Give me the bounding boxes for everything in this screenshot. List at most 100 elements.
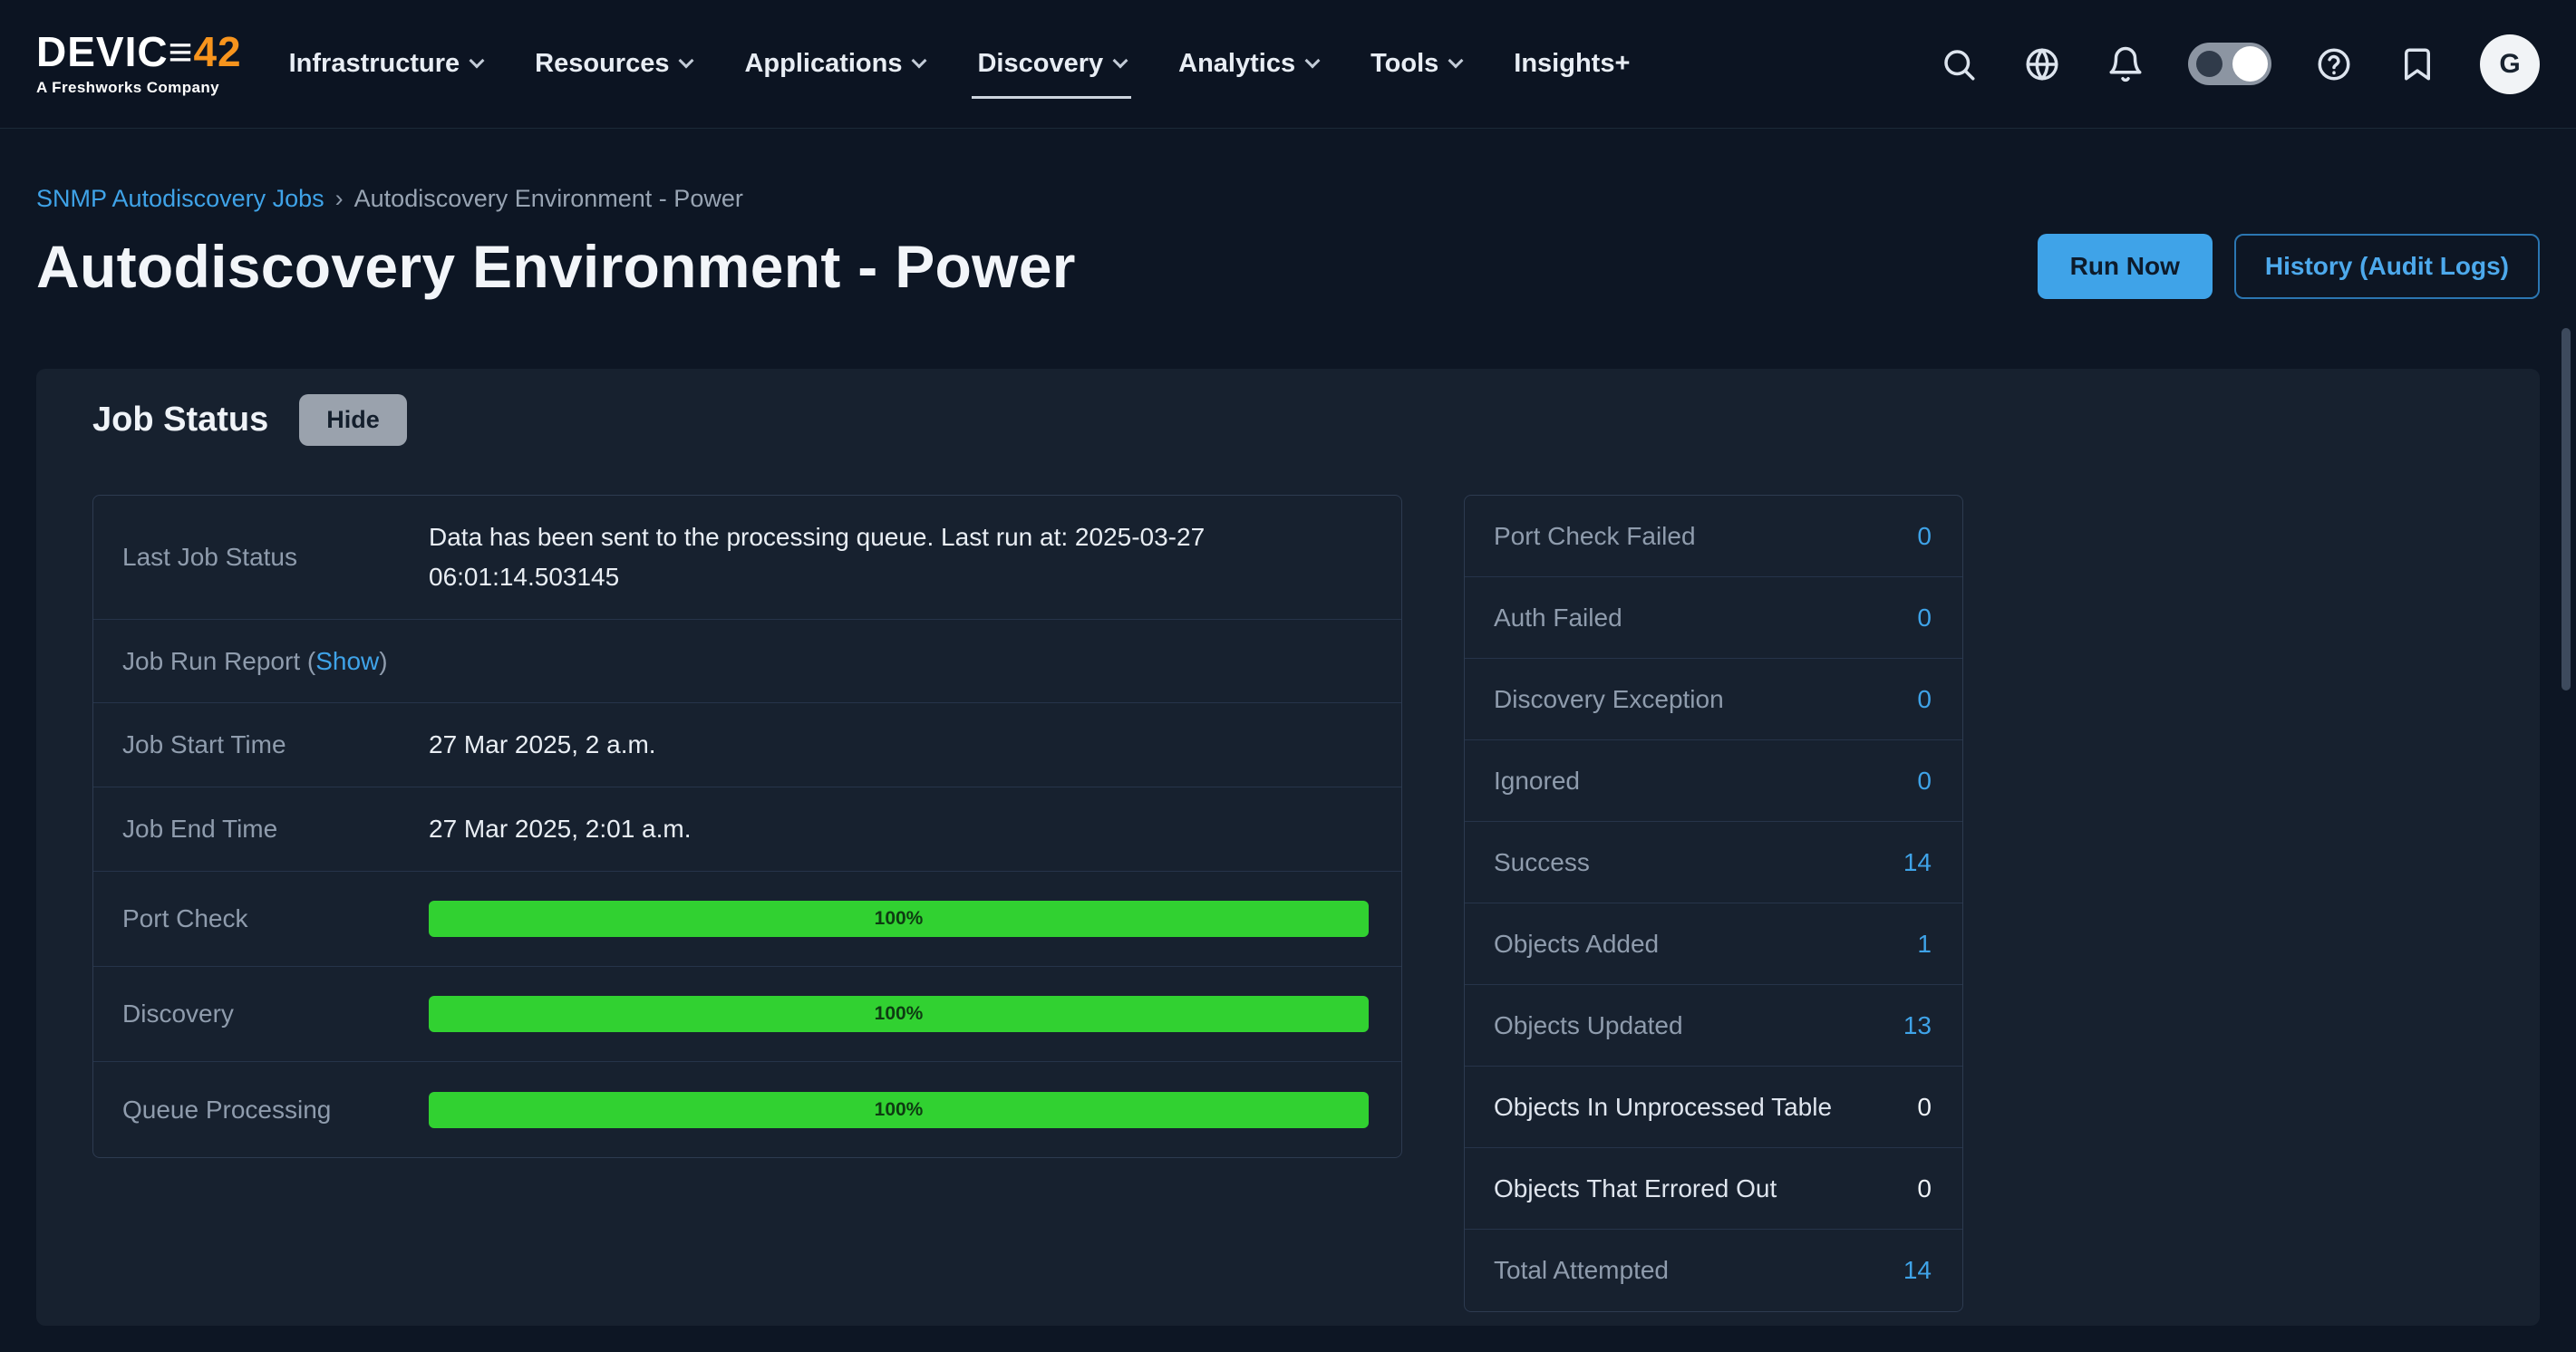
logo-stylized-e: ≡ <box>169 28 194 75</box>
nav-item-label: Insights+ <box>1514 49 1630 79</box>
page-scrollbar[interactable] <box>2561 328 2571 690</box>
nav-item-resources[interactable]: Resources <box>535 40 692 88</box>
stat-row-objects-added: Objects Added1 <box>1465 903 1962 985</box>
chevron-down-icon <box>912 53 927 68</box>
job-run-report-cell: Job Run Report (Show) <box>93 647 388 676</box>
nav-item-analytics[interactable]: Analytics <box>1178 40 1318 88</box>
detail-value: Data has been sent to the processing que… <box>429 517 1326 597</box>
nav-item-label: Resources <box>535 49 669 79</box>
help-icon[interactable] <box>2313 43 2355 85</box>
nav-item-applications[interactable]: Applications <box>744 40 925 88</box>
detail-label: Port Check <box>93 904 429 933</box>
stat-label: Auth Failed <box>1494 604 1622 633</box>
logo-subtitle: A Freshworks Company <box>36 79 242 97</box>
detail-label: Queue Processing <box>93 1096 429 1125</box>
page-actions: Run Now History (Audit Logs) <box>2038 234 2540 299</box>
stat-value: 0 <box>1917 1093 1932 1122</box>
notifications-bell-icon[interactable] <box>2105 43 2146 85</box>
chevron-down-icon <box>470 53 485 68</box>
job-details-table: Last Job StatusData has been sent to the… <box>92 495 1402 1158</box>
search-icon[interactable] <box>1938 43 1980 85</box>
history-audit-logs-button[interactable]: History (Audit Logs) <box>2234 234 2540 299</box>
stat-label: Objects Updated <box>1494 1011 1683 1040</box>
stat-value[interactable]: 13 <box>1903 1011 1932 1040</box>
breadcrumb-current: Autodiscovery Environment - Power <box>354 185 743 213</box>
main-nav: Infrastructure Resources Applications Di… <box>289 40 1631 88</box>
breadcrumb: SNMP Autodiscovery Jobs › Autodiscovery … <box>36 185 2540 213</box>
stat-value[interactable]: 0 <box>1917 604 1932 633</box>
stat-row-discovery-exception: Discovery Exception 0 <box>1465 659 1962 740</box>
detail-label: Job End Time <box>93 815 429 844</box>
nav-item-label: Tools <box>1370 49 1438 79</box>
stat-row-total-attempted: Total Attempted 14 <box>1465 1230 1962 1311</box>
stat-value[interactable]: 0 <box>1917 522 1932 551</box>
breadcrumb-link-snmp-autodiscovery-jobs[interactable]: SNMP Autodiscovery Jobs <box>36 185 324 213</box>
stat-value[interactable]: 0 <box>1917 685 1932 714</box>
nav-item-label: Discovery <box>977 49 1103 79</box>
header-actions: G <box>1938 34 2540 94</box>
page-header: Autodiscovery Environment - Power Run No… <box>36 233 2540 300</box>
nav-item-discovery[interactable]: Discovery <box>977 40 1126 88</box>
detail-row-job-end-time: Job End Time27 Mar 2025, 2:01 a.m. <box>93 787 1401 872</box>
bookmark-icon[interactable] <box>2397 43 2438 85</box>
stat-value[interactable]: 14 <box>1903 1256 1932 1285</box>
job-status-heading: Job Status <box>92 401 268 439</box>
stat-value: 0 <box>1917 1174 1932 1203</box>
detail-label: Discovery <box>93 1000 429 1028</box>
stat-label: Ignored <box>1494 767 1580 796</box>
nav-item-infrastructure[interactable]: Infrastructure <box>289 40 483 88</box>
hide-button[interactable]: Hide <box>299 394 407 446</box>
chevron-down-icon <box>1113 53 1128 68</box>
page-title: Autodiscovery Environment - Power <box>36 233 1076 300</box>
stat-row-success: Success 14 <box>1465 822 1962 903</box>
stat-label: Discovery Exception <box>1494 685 1724 714</box>
run-now-button[interactable]: Run Now <box>2038 234 2213 299</box>
job-status-body: Last Job StatusData has been sent to the… <box>92 495 2540 1312</box>
stat-label: Success <box>1494 848 1590 877</box>
stat-label: Port Check Failed <box>1494 522 1696 551</box>
toggle-knob <box>2232 46 2268 82</box>
stat-label: Objects That Errored Out <box>1494 1174 1777 1203</box>
moon-icon <box>2196 51 2223 77</box>
theme-toggle[interactable] <box>2188 43 2271 85</box>
stat-row-ignored: Ignored 0 <box>1465 740 1962 822</box>
nav-item-label: Analytics <box>1178 49 1295 79</box>
progress-bar: 100% <box>429 996 1369 1032</box>
device42-logo[interactable]: DEVIC≡42 A Freshworks Company <box>36 31 242 97</box>
job-run-report-show-link[interactable]: Show <box>315 647 379 675</box>
job-status-panel: Job Status Hide Last Job StatusData has … <box>36 369 2540 1326</box>
detail-row-job-start-time: Job Start Time27 Mar 2025, 2 a.m. <box>93 703 1401 787</box>
logo-text-devic: DEVIC <box>36 28 169 75</box>
stat-row-objects-in-unprocessed-table: Objects In Unprocessed Table 0 <box>1465 1067 1962 1148</box>
stat-value[interactable]: 14 <box>1903 848 1932 877</box>
logo-wordmark: DEVIC≡42 <box>36 31 242 72</box>
progress-track: 100% <box>429 1092 1401 1128</box>
stat-value[interactable]: 0 <box>1917 767 1932 796</box>
detail-row-last-job-status: Last Job StatusData has been sent to the… <box>93 496 1401 620</box>
detail-value: 27 Mar 2025, 2:01 a.m. <box>429 809 728 849</box>
stat-value[interactable]: 1 <box>1917 930 1932 959</box>
job-status-header: Job Status Hide <box>92 394 2540 446</box>
progress-bar: 100% <box>429 1092 1369 1128</box>
job-stats-table: Port Check Failed0Auth Failed0Discovery … <box>1464 495 1963 1312</box>
user-avatar[interactable]: G <box>2480 34 2540 94</box>
detail-row-job-run-report: Job Run Report (Show) <box>93 620 1401 703</box>
stat-row-objects-that-errored-out: Objects That Errored Out 0 <box>1465 1148 1962 1230</box>
nav-item-insights[interactable]: Insights+ <box>1514 40 1630 88</box>
progress-bar: 100% <box>429 901 1369 937</box>
top-navigation-bar: DEVIC≡42 A Freshworks Company Infrastruc… <box>0 0 2576 129</box>
job-run-report-suffix: ) <box>379 647 387 675</box>
chevron-down-icon <box>679 53 694 68</box>
nav-item-tools[interactable]: Tools <box>1370 40 1461 88</box>
detail-label: Job Start Time <box>93 730 429 759</box>
logo-text-42: 42 <box>193 28 241 75</box>
stat-label: Total Attempted <box>1494 1256 1669 1285</box>
globe-icon[interactable] <box>2021 43 2063 85</box>
progress-track: 100% <box>429 996 1401 1032</box>
stat-label: Objects In Unprocessed Table <box>1494 1093 1832 1122</box>
chevron-down-icon <box>1305 53 1321 68</box>
job-run-report-prefix: Job Run Report ( <box>122 647 315 675</box>
breadcrumb-separator: › <box>335 185 344 213</box>
detail-row-discovery: Discovery100% <box>93 967 1401 1062</box>
detail-value: 27 Mar 2025, 2 a.m. <box>429 725 692 765</box>
